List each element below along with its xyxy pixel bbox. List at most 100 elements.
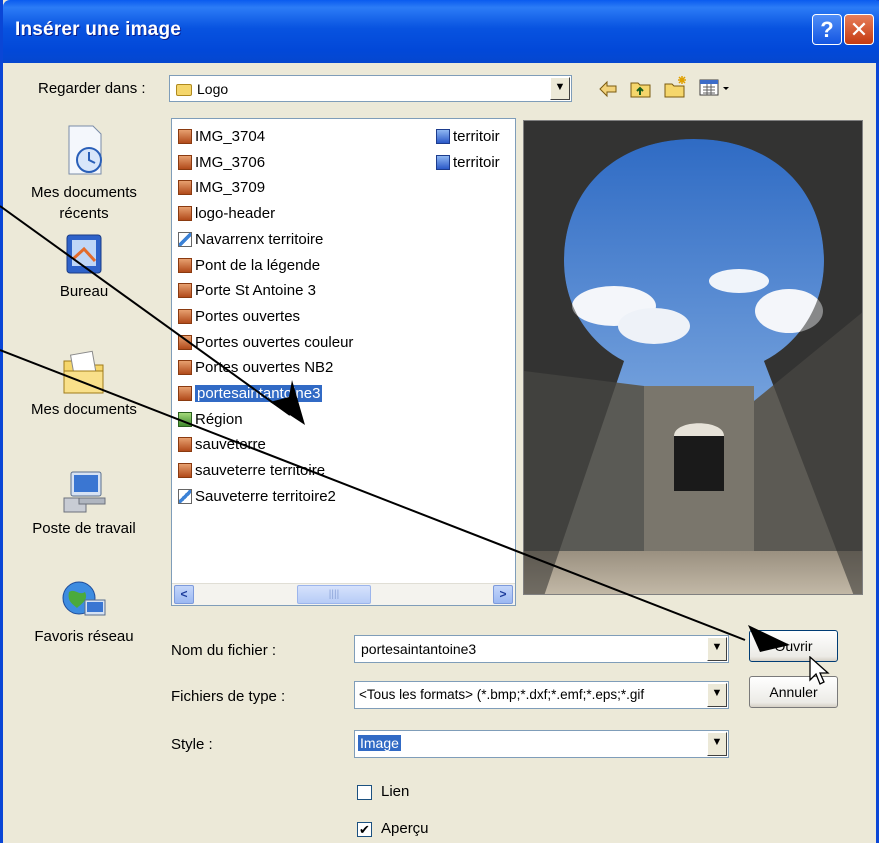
place-my-computer[interactable]: Poste de travail — [9, 468, 159, 537]
scroll-left-button[interactable]: < — [174, 585, 194, 604]
recent-documents-icon — [68, 125, 102, 175]
chevron-down-icon[interactable]: ▼ — [707, 637, 727, 661]
chevron-down-icon[interactable]: ▼ — [707, 732, 727, 756]
file-name: Portes ouvertes NB2 — [195, 359, 334, 377]
horizontal-scrollbar[interactable]: < |||| > — [172, 583, 515, 605]
image-file-icon — [178, 206, 192, 222]
filename-combo[interactable]: portesaintantoine3 ▼ — [354, 635, 729, 663]
image-file-icon — [178, 308, 192, 324]
views-menu-icon[interactable] — [699, 78, 735, 98]
filetype-value: <Tous les formats> (*.bmp;*.dxf;*.emf;*.… — [359, 687, 645, 702]
mouse-cursor-icon — [809, 656, 830, 685]
apercu-checkbox[interactable]: ✔ — [357, 822, 372, 837]
image-file-icon — [178, 437, 192, 453]
place-my-documents[interactable]: Mes documents — [9, 345, 159, 418]
lien-checkbox[interactable] — [357, 785, 372, 800]
chevron-down-icon[interactable]: ▼ — [707, 683, 727, 707]
place-label: Mes documents récents — [31, 184, 137, 222]
drawing-file-icon — [178, 231, 192, 247]
drawing-file-icon — [178, 488, 192, 504]
image-file-icon — [178, 360, 192, 376]
image-file-icon — [178, 334, 192, 350]
image-file-icon — [178, 283, 192, 299]
place-label: Poste de travail — [32, 520, 136, 537]
filename-input[interactable]: portesaintantoine3 — [361, 641, 476, 657]
map-file-icon — [178, 411, 192, 427]
lookin-label: Regarder dans : — [38, 80, 146, 97]
file-item[interactable]: Sauveterre territoire2 — [176, 486, 336, 508]
my-documents-icon — [63, 350, 104, 394]
file-name: portesaintantoine3 — [195, 385, 323, 402]
image-file-icon — [178, 463, 192, 479]
place-label: Favoris réseau — [34, 628, 134, 645]
file-name: territoir — [453, 153, 500, 171]
filetype-dropdown[interactable]: <Tous les formats> (*.bmp;*.dxf;*.emf;*.… — [354, 681, 729, 709]
place-desktop[interactable]: Bureau — [9, 229, 159, 300]
bitmap-file-icon — [436, 154, 450, 170]
image-file-icon — [178, 129, 192, 144]
file-name: IMG_3706 — [195, 153, 266, 171]
file-name: Sauveterre territoire2 — [195, 487, 336, 505]
file-item[interactable]: Navarrenx territoire — [176, 229, 323, 251]
my-computer-icon — [63, 471, 106, 513]
up-folder-icon[interactable] — [629, 77, 653, 99]
help-button[interactable]: ? — [812, 14, 842, 45]
file-item[interactable]: IMG_3709 — [176, 177, 265, 199]
file-name: IMG_3709 — [195, 179, 266, 197]
image-file-icon — [178, 154, 192, 170]
scroll-thumb[interactable]: |||| — [297, 585, 371, 604]
file-name: sauveterre territoire — [195, 462, 326, 480]
image-file-icon — [178, 180, 192, 196]
file-list[interactable]: < |||| > IMG_3704 IMG_3706 IMG_3709 logo-he… — [171, 118, 516, 606]
place-network[interactable]: Favoris réseau — [9, 578, 159, 645]
file-item[interactable]: Porte St Antoine 3 — [176, 280, 316, 302]
filetype-label: Fichiers de type : — [171, 688, 286, 705]
file-item[interactable]: portesaintantoine3 — [176, 383, 323, 405]
image-file-icon — [178, 386, 192, 401]
file-item[interactable]: Portes ouvertes NB2 — [176, 357, 333, 379]
apercu-label: Aperçu — [381, 820, 429, 837]
folder-icon — [176, 84, 192, 97]
lookin-dropdown[interactable]: Logo ▼ — [169, 75, 572, 102]
bitmap-file-icon — [436, 129, 450, 144]
place-label: Mes documents — [31, 401, 137, 418]
chevron-down-icon[interactable]: ▼ — [550, 77, 570, 100]
file-item[interactable]: IMG_3704 — [176, 126, 265, 148]
file-item[interactable]: sauveterre — [176, 434, 266, 456]
filename-label: Nom du fichier : — [171, 642, 277, 659]
network-places-icon — [62, 581, 106, 616]
back-arrow-icon[interactable] — [597, 78, 619, 100]
style-label: Style : — [171, 736, 213, 753]
scroll-right-button[interactable]: > — [493, 585, 513, 604]
file-name: IMG_3704 — [195, 128, 266, 145]
title-bar[interactable]: Insérer une image ? ✕ — [3, 0, 879, 63]
file-item[interactable]: Portes ouvertes — [176, 306, 300, 328]
file-name: logo-header — [195, 205, 276, 223]
file-name: territoir — [453, 128, 500, 145]
desktop-icon — [66, 234, 102, 274]
style-value: Image — [358, 735, 401, 751]
image-preview — [523, 120, 863, 595]
style-dropdown[interactable]: Image ▼ — [354, 730, 729, 758]
close-button[interactable]: ✕ — [844, 14, 874, 45]
file-name: Navarrenx territoire — [195, 230, 324, 248]
file-item[interactable]: Région — [176, 409, 243, 431]
place-label: Bureau — [59, 283, 109, 300]
preview-image — [524, 121, 862, 594]
file-name: Porte St Antoine 3 — [195, 282, 316, 300]
file-item[interactable]: Portes ouvertes couleur — [176, 332, 353, 354]
file-name: Région — [195, 410, 243, 428]
file-item[interactable]: Pont de la légende — [176, 255, 320, 277]
place-recent-documents[interactable]: Mes documents récents — [9, 122, 159, 224]
dialog-title: Insérer une image — [15, 19, 182, 40]
file-item[interactable]: territoir — [434, 126, 500, 148]
file-item[interactable]: logo-header — [176, 203, 275, 225]
file-item[interactable]: sauveterre territoire — [176, 460, 325, 482]
lien-label: Lien — [381, 783, 410, 800]
file-name: Portes ouvertes couleur — [195, 333, 354, 351]
file-name: Pont de la légende — [195, 256, 321, 274]
file-item[interactable]: IMG_3706 — [176, 152, 265, 174]
insert-image-dialog: Insérer une image ? ✕ Regarder dans : Lo… — [0, 0, 879, 843]
new-folder-icon[interactable] — [663, 75, 689, 99]
file-item[interactable]: territoir — [434, 152, 500, 174]
